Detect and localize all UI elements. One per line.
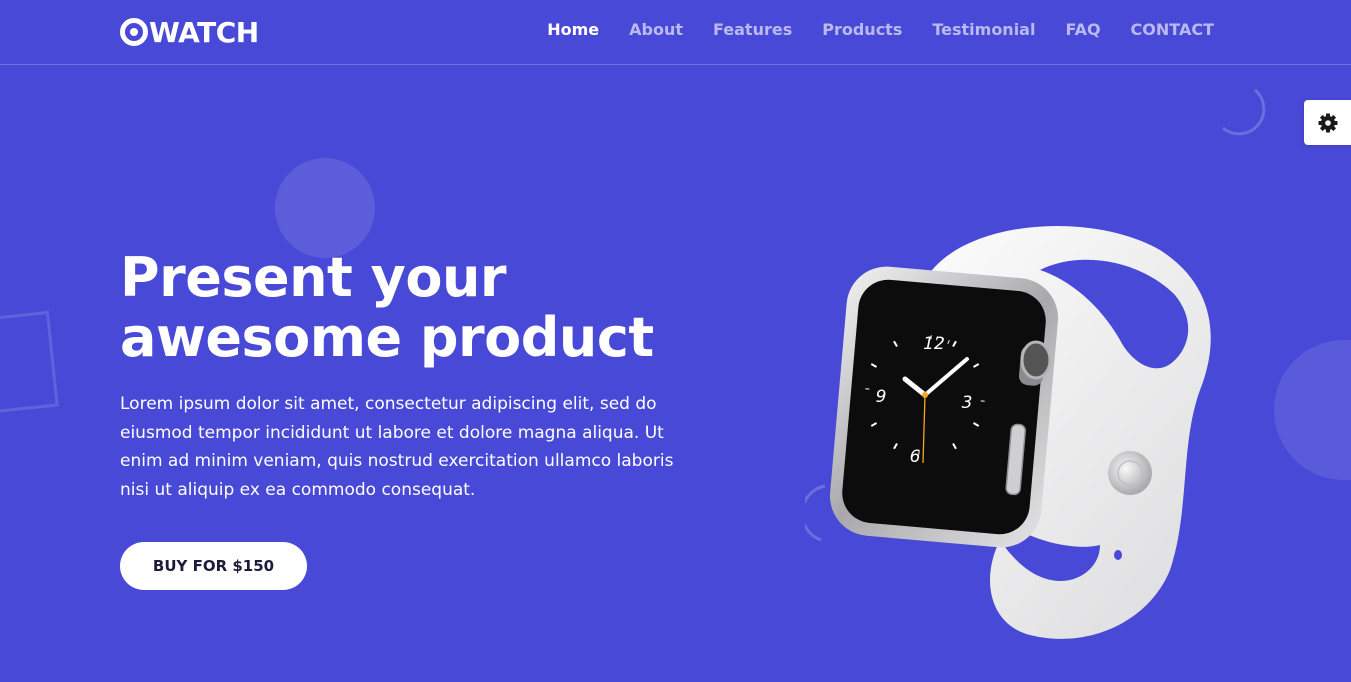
decorative-circle [275,158,375,258]
target-icon [120,18,148,46]
gear-icon [1318,113,1337,132]
decorative-circle [1274,340,1351,480]
smartwatch-illustration: 12 3 6 9 [830,226,1211,639]
nav-contact[interactable]: CONTACT [1131,20,1214,39]
main-nav: Home About Features Products Testimonial… [547,20,1214,39]
nav-faq[interactable]: FAQ [1065,20,1100,39]
hero-title-line: awesome product [120,306,654,369]
hero-title: Present your awesome product [120,248,654,368]
settings-button[interactable] [1304,100,1351,145]
dial-numeral-9: 9 [876,387,887,407]
brand-name: WATCH [149,15,259,49]
nav-about[interactable]: About [629,20,683,39]
dial-numeral-6: 6 [910,447,921,467]
dial-numeral-12: 12 [923,334,945,354]
dial-numeral-3: 3 [962,393,973,413]
decorative-square [0,310,59,416]
site-header: WATCH Home About Features Products Testi… [0,0,1351,65]
nav-features[interactable]: Features [713,20,792,39]
hero-description: Lorem ipsum dolor sit amet, consectetur … [120,394,674,500]
logo[interactable]: WATCH [120,15,259,49]
nav-home[interactable]: Home [547,20,599,39]
hero-title-line: Present your [120,246,507,309]
buy-button[interactable]: BUY FOR $150 [120,542,307,590]
nav-testimonial[interactable]: Testimonial [932,20,1035,39]
decorative-arc [1222,88,1266,136]
nav-products[interactable]: Products [822,20,902,39]
